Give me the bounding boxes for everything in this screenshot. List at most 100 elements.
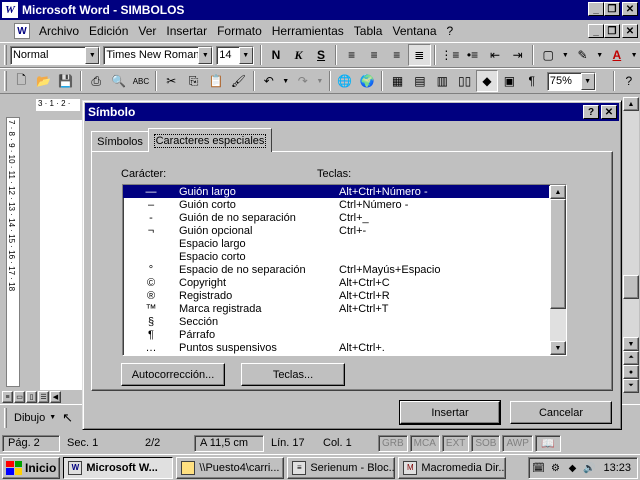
numbered-list-icon[interactable]: ⋮≡ xyxy=(439,44,462,66)
minimize-button[interactable]: _ xyxy=(588,2,604,16)
special-characters-list[interactable]: — Guión largo Alt+Ctrl+Número - – Guión … xyxy=(122,184,567,356)
volume-tray-icon[interactable]: 🔊 xyxy=(582,461,596,475)
list-scrollbar[interactable]: ▲ ▼ xyxy=(550,185,566,355)
zoom-select[interactable]: 75% ▼ xyxy=(546,71,596,91)
chevron-down-icon[interactable]: ▼ xyxy=(559,44,571,66)
document-map-icon[interactable]: ▣ xyxy=(498,70,520,92)
chevron-down-icon[interactable]: ▼ xyxy=(280,70,292,92)
align-left-icon[interactable]: ≡ xyxy=(340,44,363,66)
menu-herramientas[interactable]: Herramientas xyxy=(267,24,349,38)
print-icon[interactable]: ⎙ xyxy=(85,70,107,92)
menu-edicion[interactable]: Edición xyxy=(84,24,133,38)
copy-icon[interactable]: ⎘ xyxy=(182,70,204,92)
previous-page-icon[interactable]: ⏶ xyxy=(623,351,639,365)
format-painter-icon[interactable]: 🖌 xyxy=(227,70,249,92)
align-center-icon[interactable]: ≡ xyxy=(363,44,386,66)
columns-icon[interactable]: ▯▯ xyxy=(453,70,475,92)
chevron-down-icon[interactable]: ▼ xyxy=(314,70,326,92)
list-item[interactable]: ° Espacio de no separación Ctrl+Mayús+Es… xyxy=(123,263,549,276)
font-color-icon[interactable]: A xyxy=(606,44,629,66)
web-view-icon[interactable]: ▭ xyxy=(14,391,25,403)
list-item[interactable]: ™ Marca registrada Alt+Ctrl+T xyxy=(123,302,549,315)
save-icon[interactable]: 💾 xyxy=(55,70,77,92)
spelling-status-icon[interactable]: 📖 xyxy=(534,434,561,452)
insert-button[interactable]: Insertar xyxy=(399,400,501,425)
scroll-left-icon[interactable]: ◀ xyxy=(50,391,61,403)
insert-hyperlink-icon[interactable]: 🌐 xyxy=(334,70,356,92)
web-toolbar-icon[interactable]: 🌍 xyxy=(356,70,378,92)
antivirus-tray-icon[interactable]: ◆ xyxy=(565,461,579,475)
paste-icon[interactable]: 📋 xyxy=(205,70,227,92)
show-hide-icon[interactable]: ¶ xyxy=(521,70,543,92)
document-icon[interactable]: W xyxy=(14,23,30,39)
list-item[interactable]: — Guión largo Alt+Ctrl+Número - xyxy=(123,185,549,198)
list-item[interactable]: Espacio corto xyxy=(123,250,549,263)
network-tray-icon[interactable]: ⚙ xyxy=(548,461,562,475)
insert-excel-icon[interactable]: ▥ xyxy=(431,70,453,92)
chevron-down-icon[interactable]: ▼ xyxy=(238,46,253,64)
drawing-icon[interactable]: ◆ xyxy=(475,70,499,92)
list-item[interactable]: ¬ Guión opcional Ctrl+- xyxy=(123,224,549,237)
menu-help[interactable]: ? xyxy=(442,24,459,38)
task-word[interactable]: W Microsoft W... xyxy=(63,456,174,479)
doc-minimize-button[interactable]: _ xyxy=(588,24,604,38)
word-app-icon[interactable]: W xyxy=(2,2,18,18)
align-right-icon[interactable]: ≡ xyxy=(385,44,408,66)
next-page-icon[interactable]: ⏷ xyxy=(623,379,639,393)
increase-indent-icon[interactable]: ⇥ xyxy=(506,44,529,66)
autocorrect-button[interactable]: Autocorrección... xyxy=(121,363,225,386)
page-view-icon[interactable]: ▯ xyxy=(26,391,37,403)
restore-button[interactable]: ❐ xyxy=(604,2,620,16)
tab-caracteres-especiales[interactable]: Caracteres especiales xyxy=(148,128,272,152)
menu-ver[interactable]: Ver xyxy=(133,24,161,38)
chevron-down-icon[interactable]: ▼ xyxy=(49,414,56,421)
close-button[interactable]: ✕ xyxy=(622,2,638,16)
vertical-scrollbar[interactable]: ▲ ▼ ⏶ ● ⏷ xyxy=(623,97,639,393)
bullet-list-icon[interactable]: •≡ xyxy=(461,44,484,66)
menu-tabla[interactable]: Tabla xyxy=(349,24,388,38)
status-mode-ext[interactable]: EXT xyxy=(441,434,470,452)
tab-simbolos[interactable]: Símbolos xyxy=(91,131,149,151)
clock[interactable]: 13:23 xyxy=(603,462,631,474)
status-mode-mca[interactable]: MCA xyxy=(409,434,440,452)
justify-icon[interactable]: ≣ xyxy=(408,44,431,66)
scheduler-tray-icon[interactable]: 🗓 xyxy=(531,461,545,475)
scroll-thumb[interactable] xyxy=(623,275,639,299)
decrease-indent-icon[interactable]: ⇤ xyxy=(484,44,507,66)
chevron-down-icon[interactable]: ▼ xyxy=(594,44,606,66)
scroll-down-icon[interactable]: ▼ xyxy=(623,337,639,351)
drawing-menu[interactable]: Dibujo xyxy=(10,412,49,424)
scroll-down-icon[interactable]: ▼ xyxy=(550,341,566,355)
cut-icon[interactable]: ✂ xyxy=(160,70,182,92)
font-select[interactable]: Times New Roman ▼ xyxy=(103,45,214,65)
list-item[interactable]: ® Registrado Alt+Ctrl+R xyxy=(123,289,549,302)
list-item[interactable]: ¶ Párrafo xyxy=(123,328,549,341)
task-director[interactable]: M Macromedia Dir... xyxy=(398,456,507,479)
scroll-up-icon[interactable]: ▲ xyxy=(623,97,639,111)
list-item[interactable]: – Guión corto Ctrl+Número - xyxy=(123,198,549,211)
browse-object-icon[interactable]: ● xyxy=(623,365,639,379)
menu-ventana[interactable]: Ventana xyxy=(387,24,441,38)
redo-icon[interactable]: ↷ xyxy=(292,70,314,92)
highlight-icon[interactable]: ✎ xyxy=(571,44,594,66)
border-icon[interactable]: ▢ xyxy=(537,44,560,66)
status-mode-sob[interactable]: SOB xyxy=(471,434,501,452)
task-folder[interactable]: \\Puesto4\carri... xyxy=(176,456,285,479)
list-item[interactable]: - Guión de no separación Ctrl+_ xyxy=(123,211,549,224)
task-notepad[interactable]: ≡ Serienum - Bloc... xyxy=(287,456,396,479)
open-folder-icon[interactable]: 📂 xyxy=(32,70,54,92)
list-item[interactable]: © Copyright Alt+Ctrl+C xyxy=(123,276,549,289)
doc-close-button[interactable]: ✕ xyxy=(622,24,638,38)
undo-icon[interactable]: ↶ xyxy=(258,70,280,92)
chevron-down-icon[interactable]: ▼ xyxy=(628,44,640,66)
underline-button[interactable]: S xyxy=(310,44,333,66)
chevron-down-icon[interactable]: ▼ xyxy=(85,46,100,64)
insert-table-icon[interactable]: ▤ xyxy=(409,70,431,92)
cancel-button[interactable]: Cancelar xyxy=(510,401,612,424)
dialog-close-button[interactable]: ✕ xyxy=(601,105,617,119)
shortcut-keys-button[interactable]: Teclas... xyxy=(241,363,345,386)
new-document-icon[interactable]: 🗋 xyxy=(10,70,32,92)
office-assistant-icon[interactable]: ? xyxy=(618,70,640,92)
print-preview-icon[interactable]: 🔍 xyxy=(107,70,129,92)
list-item[interactable]: … Puntos suspensivos Alt+Ctrl+. xyxy=(123,341,549,354)
